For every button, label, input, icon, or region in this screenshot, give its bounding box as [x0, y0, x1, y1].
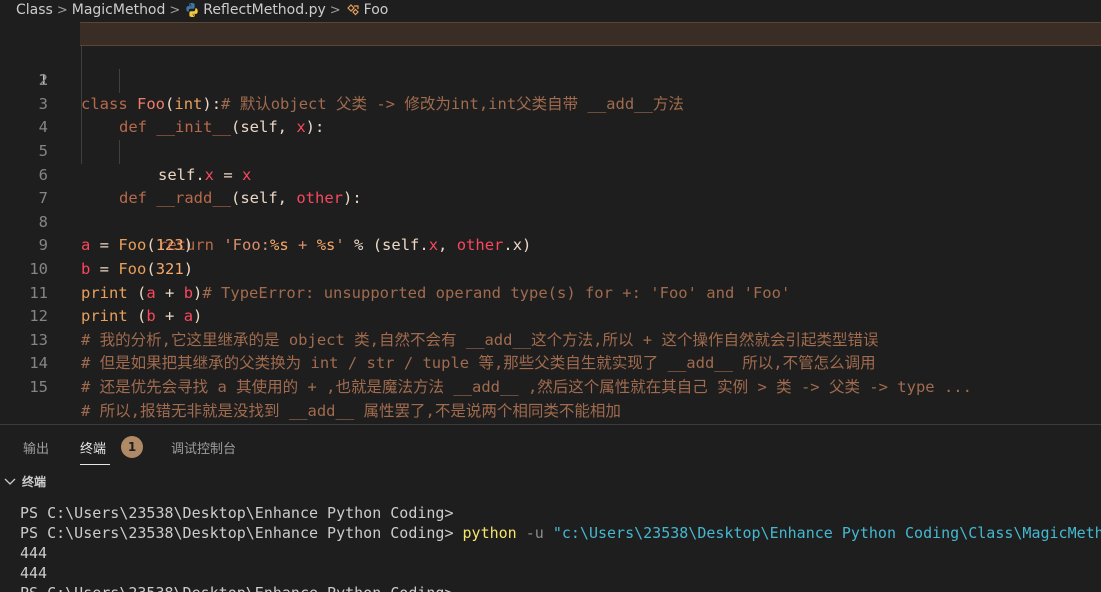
terminal-section-title: 终端	[22, 474, 47, 489]
terminal-line: PS C:\Users\23538\Desktop\Enhance Python…	[20, 504, 454, 522]
code-line: 4	[0, 92, 1101, 136]
code-line: 1 class Foo(int):# 默认object 父类 -> 修改为int…	[0, 22, 1101, 113]
tab-debug-console[interactable]: 调试控制台	[171, 438, 236, 457]
vscode-window: Class > MagicMethod > ReflectMethod.py >…	[0, 0, 1101, 592]
code-line: 6 return 'Foo:%s + %s' % (self.x, other.…	[0, 140, 1101, 254]
tab-output[interactable]: 输出	[23, 438, 49, 457]
code-line: 11 print (b + a)	[0, 258, 1101, 326]
breadcrumb-item-class[interactable]: Class	[16, 2, 53, 18]
tab-terminal[interactable]: 终端	[80, 438, 106, 457]
bottom-panel: 输出 终端 1 调试控制台 终端 PS C:\Users\23538\Deskt…	[0, 424, 1101, 592]
breadcrumb-item-symbol[interactable]: Foo	[364, 2, 389, 18]
terminal-line: PS C:\Users\23538\Desktop\Enhance Python…	[20, 583, 1101, 592]
class-symbol-icon	[346, 4, 359, 16]
code-line: 3 self.x = x	[0, 69, 1101, 184]
code-line: 9 b = Foo(321)	[0, 211, 1101, 278]
code-line: 10 print (a + b)# TypeError: unsupported…	[0, 234, 1101, 302]
terminal-count-badge: 1	[121, 436, 143, 458]
comment-text: # 所以,报错无非就是没找到 __add__ 属性罢了,不是说两个相同类不能相加	[81, 401, 621, 420]
terminal-line: 444	[20, 544, 48, 562]
code-line: 13 # 但是如果把其继承的父类换为 int / str / tuple 等,那…	[0, 305, 1101, 373]
panel-tabs: 输出 终端 1 调试控制台	[0, 425, 1101, 469]
active-tab-indicator	[80, 464, 110, 465]
code-line: 2 def __init__(self, x):	[0, 45, 1101, 136]
chevron-down-icon[interactable]	[2, 473, 18, 489]
terminal-output[interactable]: PS C:\Users\23538\Desktop\Enhance Python…	[20, 503, 1101, 592]
terminal-section-header[interactable]: 终端	[0, 469, 1101, 493]
python-file-icon	[186, 3, 198, 17]
breadcrumb-item-magicmethod[interactable]: MagicMethod	[72, 2, 166, 18]
code-line: 8 a = Foo(123)	[0, 187, 1101, 255]
breadcrumb: Class > MagicMethod > ReflectMethod.py >…	[0, 0, 1101, 20]
code-editor[interactable]: 1 class Foo(int):# 默认object 父类 -> 修改为int…	[0, 22, 1101, 420]
code-line: 12 # 我的分析,它这里继承的是 object 类,自然不会有 __add__…	[0, 282, 1101, 349]
breadcrumb-separator: >	[169, 2, 181, 18]
code-line: 14 # 还是优先会寻找 a 其使用的 + ,也就是魔法方法 __add__ ,…	[0, 329, 1101, 396]
line-number: 15	[29, 377, 48, 396]
breadcrumb-separator: >	[329, 2, 341, 18]
breadcrumb-item-file[interactable]: ReflectMethod.py	[203, 2, 325, 18]
code-line: 7	[0, 164, 1101, 207]
code-line: 15 # 所以,报错无非就是没找到 __add__ 属性罢了,不是说两个相同类不…	[0, 352, 1101, 420]
terminal-line: 444	[20, 564, 48, 582]
breadcrumb-separator: >	[56, 2, 68, 18]
current-line-highlight	[80, 22, 1101, 46]
code-line: 5 def __radd__(self, other):	[0, 116, 1101, 207]
terminal-line: PS C:\Users\23538\Desktop\Enhance Python…	[20, 524, 1101, 542]
comment-text: # 还是优先会寻找 a 其使用的 + ,也就是魔法方法 __add__ ,然后这…	[81, 377, 972, 396]
